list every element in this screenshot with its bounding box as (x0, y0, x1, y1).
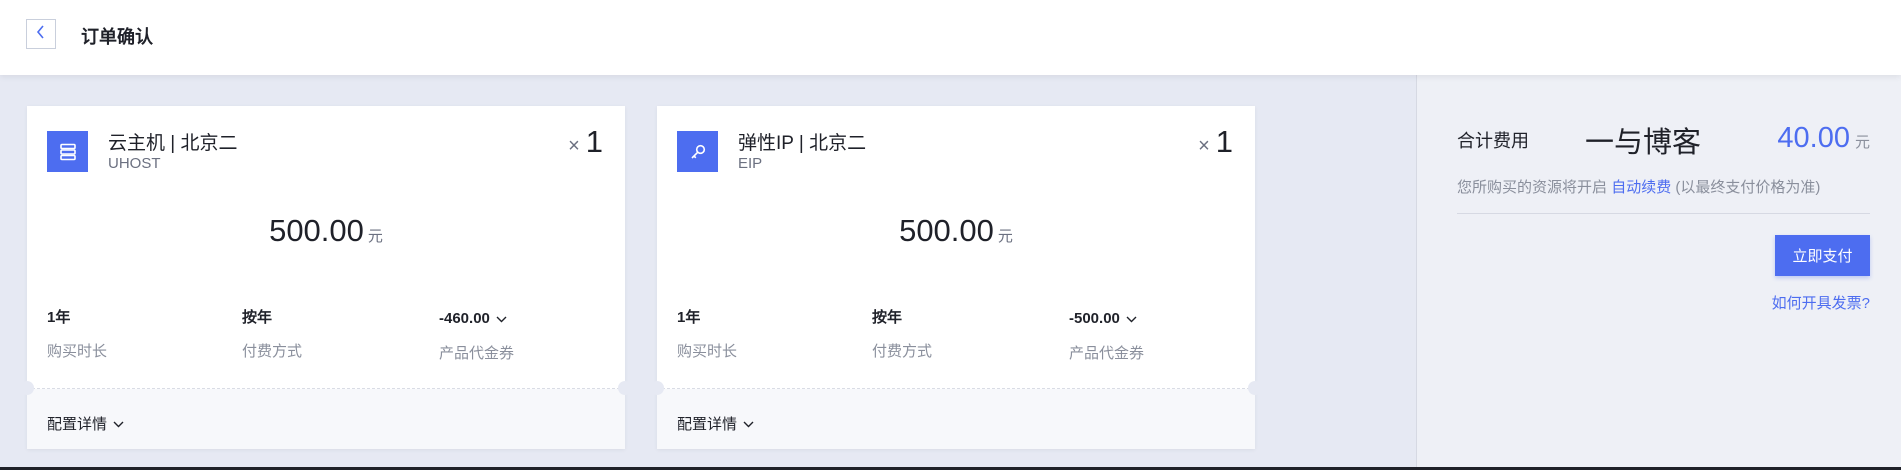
product-name: 弹性IP | 北京二 (738, 133, 867, 154)
payment-value: 按年 (872, 308, 903, 326)
card-divider (657, 388, 1255, 389)
duration-label: 购买时长 (677, 343, 738, 360)
multiply-sign: × (568, 135, 580, 157)
quantity-value: 1 (585, 124, 603, 159)
renew-suffix: (以最终支付价格为准) (1675, 179, 1821, 196)
card-notch-left (650, 381, 664, 395)
multiply-sign: × (1198, 135, 1210, 157)
price-amount: 500.00 (899, 213, 994, 248)
back-button[interactable] (26, 19, 56, 49)
chevron-left-icon (36, 24, 46, 44)
renew-prefix: 您所购买的资源将开启 (1457, 179, 1608, 196)
chevron-down-icon (743, 415, 754, 432)
price-unit: 元 (997, 228, 1013, 245)
auto-renew-link[interactable]: 自动续费 (1611, 179, 1671, 196)
server-icon (47, 131, 88, 172)
order-items-area: 云主机 | 北京二 UHOST × 1 500.00 元 1年 购买时长 按年 付… (0, 75, 1416, 470)
price-amount: 500.00 (269, 213, 364, 248)
payment-info: 按年 付费方式 (872, 306, 932, 361)
product-card-eip: 弹性IP | 北京二 EIP × 1 500.00 元 1年 购买时长 按年 付费… (650, 106, 1262, 449)
voucher-info: -460.00 产品代金券 (439, 306, 514, 363)
duration-info: 1年 购买时长 (47, 306, 107, 361)
duration-value: 1年 (47, 308, 71, 326)
product-price: 500.00 元 (657, 213, 1255, 249)
quantity-value: 1 (1215, 124, 1233, 159)
top-bar: 订单确认 (0, 0, 1901, 75)
voucher-select[interactable]: -500.00 (1069, 308, 1144, 328)
duration-info: 1年 购买时长 (677, 306, 737, 361)
card-notch-right (618, 381, 632, 395)
voucher-select[interactable]: -460.00 (439, 308, 514, 328)
price-unit: 元 (367, 228, 383, 245)
duration-label: 购买时长 (47, 343, 108, 360)
voucher-value: -460.00 (439, 309, 490, 327)
card-footer: 配置详情 (27, 389, 625, 449)
product-code: EIP (738, 155, 763, 172)
quantity: × 1 (568, 124, 603, 160)
chevron-down-icon (1126, 310, 1137, 327)
card-notch-left (20, 381, 34, 395)
pay-now-button[interactable]: 立即支付 (1775, 235, 1870, 276)
voucher-info: -500.00 产品代金券 (1069, 306, 1144, 363)
config-details-toggle[interactable]: 配置详情 (677, 413, 754, 434)
invoice-help-link[interactable]: 如何开具发票? (1772, 292, 1870, 313)
voucher-value: -500.00 (1069, 309, 1120, 327)
total-value: 40.00 (1777, 122, 1850, 154)
config-details-label: 配置详情 (47, 416, 108, 433)
card-notch-right (1248, 381, 1262, 395)
config-details-toggle[interactable]: 配置详情 (47, 413, 124, 434)
product-name: 云主机 | 北京二 (108, 133, 238, 154)
auto-renew-note: 您所购买的资源将开启 自动续费 (以最终支付价格为准) (1457, 176, 1820, 197)
total-unit: 元 (1854, 134, 1870, 151)
total-label: 合计费用 (1457, 131, 1529, 151)
product-card-uhost: 云主机 | 北京二 UHOST × 1 500.00 元 1年 购买时长 按年 付… (20, 106, 632, 449)
chevron-down-icon (496, 310, 507, 327)
card-footer: 配置详情 (657, 389, 1255, 449)
order-summary-panel: 合计费用 一与博客 40.00 元 您所购买的资源将开启 自动续费 (以最终支付… (1416, 75, 1901, 470)
voucher-label: 产品代金券 (439, 345, 515, 362)
total-amount: 40.00 元 (1777, 122, 1870, 155)
product-code: UHOST (108, 155, 161, 172)
duration-value: 1年 (677, 308, 701, 326)
key-icon (677, 131, 718, 172)
payment-label: 付费方式 (872, 343, 933, 360)
voucher-label: 产品代金券 (1069, 345, 1145, 362)
page-title: 订单确认 (81, 27, 153, 47)
watermark-text: 一与博客 (1585, 125, 1702, 159)
config-details-label: 配置详情 (677, 416, 738, 433)
payment-label: 付费方式 (242, 343, 303, 360)
card-divider (27, 388, 625, 389)
chevron-down-icon (113, 415, 124, 432)
payment-value: 按年 (242, 308, 273, 326)
summary-divider (1457, 213, 1870, 214)
product-price: 500.00 元 (27, 213, 625, 249)
quantity: × 1 (1198, 124, 1233, 160)
payment-info: 按年 付费方式 (242, 306, 302, 361)
